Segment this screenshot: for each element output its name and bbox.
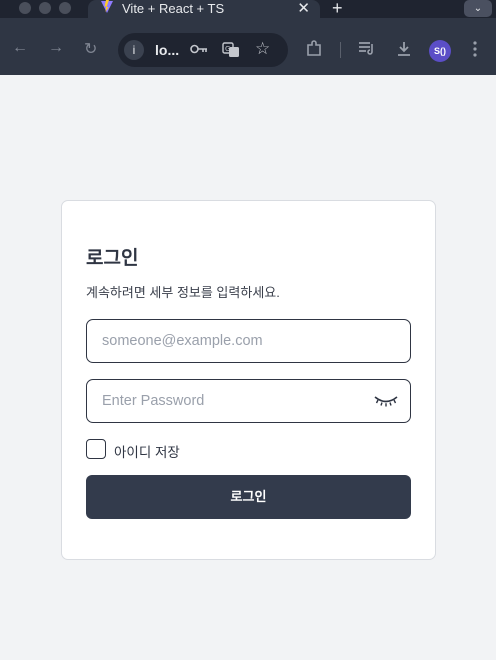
toolbar-divider (340, 42, 341, 58)
key-icon[interactable] (190, 43, 208, 55)
login-description: 계속하려면 세부 정보를 입력하세요. (86, 285, 280, 300)
password-field[interactable] (86, 379, 411, 423)
browser-toolbar: ← → ↻ i lo... G ☆ S() (0, 18, 496, 75)
arrow-left-icon[interactable]: ← (12, 39, 28, 57)
tab-close-icon[interactable]: ✕ (297, 0, 310, 17)
bookmark-star-icon[interactable]: ☆ (255, 39, 270, 59)
login-card: 로그인 계속하려면 세부 정보를 입력하세요. 아이디 저장 로그인 (61, 200, 436, 560)
download-icon[interactable] (395, 40, 413, 58)
window-minimize-dot[interactable] (39, 2, 51, 14)
svg-text:G: G (225, 45, 230, 53)
browser-tab[interactable]: Vite + React + TS ✕ (88, 0, 320, 20)
remember-id-label[interactable]: 아이디 저장 (114, 441, 180, 461)
media-queue-icon[interactable] (358, 40, 376, 56)
remember-id-checkbox[interactable] (86, 439, 106, 459)
arrow-right-icon[interactable]: → (48, 39, 64, 57)
eye-closed-icon[interactable] (374, 393, 398, 409)
email-field[interactable] (86, 319, 411, 363)
browser-tab-strip: Vite + React + TS ✕ + ⌄ (0, 0, 496, 20)
info-icon[interactable]: i (124, 40, 144, 60)
tab-title: Vite + React + TS (122, 1, 225, 16)
profile-avatar[interactable]: S() (429, 40, 451, 62)
more-menu-icon[interactable] (472, 40, 478, 58)
new-tab-button[interactable]: + (332, 0, 343, 19)
translate-icon[interactable]: G (222, 42, 240, 58)
window-zoom-dot[interactable] (59, 2, 71, 14)
login-button[interactable]: 로그인 (86, 475, 411, 519)
window-close-dot[interactable] (19, 2, 31, 14)
password-input[interactable] (102, 391, 372, 411)
extensions-icon[interactable] (305, 40, 323, 58)
email-input[interactable] (102, 331, 372, 351)
vite-logo-icon (101, 0, 113, 13)
login-title: 로그인 (86, 248, 139, 269)
address-url[interactable]: lo... (155, 42, 179, 58)
address-bar[interactable]: i lo... G ☆ (118, 33, 288, 67)
reload-icon[interactable]: ↻ (84, 39, 97, 59)
tab-search-button[interactable]: ⌄ (464, 0, 492, 17)
